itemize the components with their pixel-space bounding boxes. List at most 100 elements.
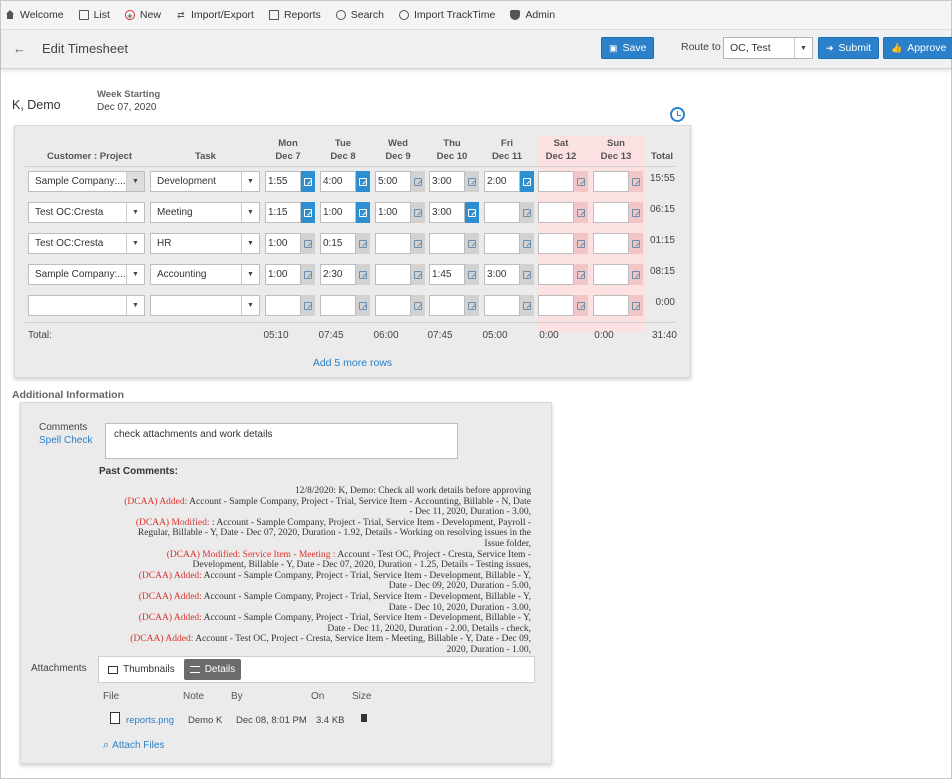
customer-project-select[interactable]: Test OC:Cresta ▼: [28, 202, 145, 223]
hours-input[interactable]: [538, 295, 574, 316]
hours-input[interactable]: [538, 202, 574, 223]
note-edit-button[interactable]: [411, 295, 425, 316]
note-edit-button[interactable]: [520, 202, 534, 223]
hours-input[interactable]: 1:45: [429, 264, 465, 285]
attach-files-link[interactable]: ⌕ Attach Files: [103, 739, 164, 752]
task-select[interactable]: ▼: [150, 295, 260, 316]
hours-input[interactable]: 2:00: [484, 171, 520, 192]
note-edit-button[interactable]: [356, 202, 370, 223]
hours-input[interactable]: 0:15: [320, 233, 356, 254]
hours-input[interactable]: 1:00: [265, 233, 301, 254]
hours-input[interactable]: 1:00: [320, 202, 356, 223]
note-edit-button[interactable]: [465, 233, 479, 254]
note-edit-button[interactable]: [574, 295, 588, 316]
note-edit-button[interactable]: [301, 233, 315, 254]
hours-input[interactable]: [538, 171, 574, 192]
hours-input[interactable]: [429, 295, 465, 316]
note-edit-button[interactable]: [574, 171, 588, 192]
note-edit-button[interactable]: [629, 295, 643, 316]
menu-list[interactable]: List: [78, 9, 110, 21]
note-edit-button[interactable]: [629, 202, 643, 223]
back-arrow-icon[interactable]: ←: [13, 41, 26, 56]
hours-input[interactable]: [375, 264, 411, 285]
menu-import-tracktime[interactable]: Import TrackTime: [399, 9, 495, 21]
history-icon[interactable]: [670, 107, 685, 122]
comments-textarea[interactable]: check attachments and work details: [105, 423, 458, 459]
note-edit-button[interactable]: [629, 171, 643, 192]
note-edit-button[interactable]: [574, 264, 588, 285]
hours-input[interactable]: [484, 233, 520, 254]
note-edit-button[interactable]: [301, 295, 315, 316]
note-edit-button[interactable]: [629, 233, 643, 254]
attachment-file-link[interactable]: reports.png: [126, 715, 174, 726]
hours-input[interactable]: [320, 295, 356, 316]
hours-input[interactable]: [593, 264, 629, 285]
note-edit-button[interactable]: [465, 295, 479, 316]
hours-input[interactable]: [593, 171, 629, 192]
hours-input[interactable]: [375, 233, 411, 254]
note-edit-button[interactable]: [356, 295, 370, 316]
task-select[interactable]: HR ▼: [150, 233, 260, 254]
delete-trash-icon[interactable]: [361, 714, 367, 722]
hours-input[interactable]: 3:00: [429, 202, 465, 223]
hours-input[interactable]: [538, 233, 574, 254]
customer-project-select[interactable]: Sample Company:... ▼: [28, 264, 145, 285]
note-edit-button[interactable]: [411, 233, 425, 254]
note-edit-button[interactable]: [411, 264, 425, 285]
hours-input[interactable]: [429, 233, 465, 254]
hours-input[interactable]: [593, 295, 629, 316]
hours-input[interactable]: 1:55: [265, 171, 301, 192]
note-edit-button[interactable]: [411, 171, 425, 192]
hours-input[interactable]: 3:00: [484, 264, 520, 285]
tab-thumbnails[interactable]: Thumbnails: [102, 659, 181, 680]
menu-import-export[interactable]: ⇄ Import/Export: [176, 9, 254, 21]
hours-input[interactable]: [538, 264, 574, 285]
menu-new[interactable]: + New: [124, 9, 161, 21]
route-to-select[interactable]: OC, Test ▼: [723, 37, 813, 59]
note-edit-button[interactable]: [465, 202, 479, 223]
note-edit-button[interactable]: [520, 264, 534, 285]
tab-details[interactable]: Details: [183, 659, 242, 680]
hours-input[interactable]: [593, 202, 629, 223]
note-edit-button[interactable]: [465, 264, 479, 285]
hours-input[interactable]: 1:15: [265, 202, 301, 223]
add-more-rows-link[interactable]: Add 5 more rows: [15, 357, 690, 369]
hours-input[interactable]: 2:30: [320, 264, 356, 285]
hours-input[interactable]: 3:00: [429, 171, 465, 192]
customer-project-select[interactable]: Sample Company:... ▼: [28, 171, 145, 192]
customer-project-select[interactable]: Test OC:Cresta ▼: [28, 233, 145, 254]
menu-welcome[interactable]: Welcome: [5, 9, 64, 21]
note-edit-button[interactable]: [356, 171, 370, 192]
task-select[interactable]: Meeting ▼: [150, 202, 260, 223]
note-edit-button[interactable]: [301, 202, 315, 223]
note-edit-button[interactable]: [301, 171, 315, 192]
note-edit-button[interactable]: [629, 264, 643, 285]
hours-input[interactable]: [593, 233, 629, 254]
hours-input[interactable]: 5:00: [375, 171, 411, 192]
menu-search[interactable]: Search: [335, 9, 384, 21]
hours-input[interactable]: 1:00: [375, 202, 411, 223]
hours-input[interactable]: [375, 295, 411, 316]
hours-input[interactable]: [484, 295, 520, 316]
menu-admin[interactable]: Admin: [510, 9, 555, 21]
customer-project-select[interactable]: ▼: [28, 295, 145, 316]
menu-reports[interactable]: Reports: [268, 9, 321, 21]
approve-button[interactable]: 👍 Approve: [883, 37, 952, 59]
note-edit-button[interactable]: [356, 233, 370, 254]
note-edit-button[interactable]: [356, 264, 370, 285]
hours-input[interactable]: [265, 295, 301, 316]
note-edit-button[interactable]: [465, 171, 479, 192]
hours-input[interactable]: [484, 202, 520, 223]
hours-input[interactable]: 1:00: [265, 264, 301, 285]
note-edit-button[interactable]: [520, 295, 534, 316]
hours-input[interactable]: 4:00: [320, 171, 356, 192]
note-edit-button[interactable]: [520, 171, 534, 192]
file-edit-icon[interactable]: [110, 712, 120, 724]
note-edit-button[interactable]: [301, 264, 315, 285]
note-edit-button[interactable]: [574, 202, 588, 223]
task-select[interactable]: Development ▼: [150, 171, 260, 192]
task-select[interactable]: Accounting ▼: [150, 264, 260, 285]
submit-button[interactable]: ➜ Submit: [818, 37, 880, 59]
spell-check-link[interactable]: Spell Check: [39, 435, 92, 446]
note-edit-button[interactable]: [411, 202, 425, 223]
